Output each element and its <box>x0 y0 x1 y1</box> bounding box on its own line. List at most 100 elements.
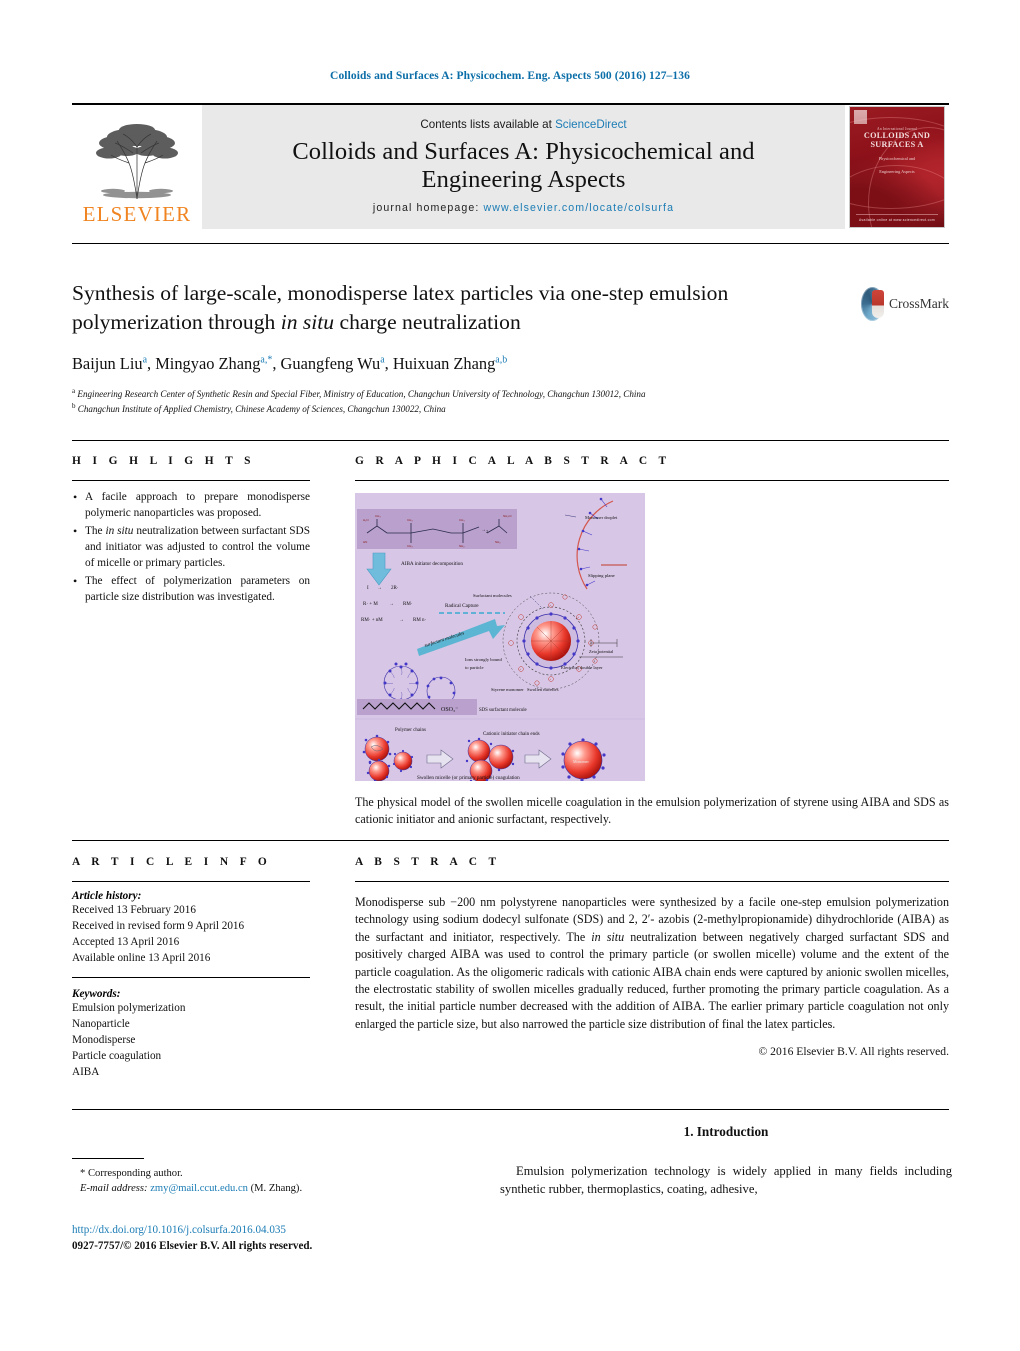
highlight-text: A facile approach to prepare monodispers… <box>85 491 310 519</box>
svg-text:NH₂: NH₂ <box>495 540 501 544</box>
email-line: E-mail address: zmy@mail.ccut.edu.cn (M.… <box>72 1181 372 1196</box>
corresponding-author-line: * Corresponding author. <box>72 1166 372 1181</box>
journal-homepage: journal homepage: www.elsevier.com/locat… <box>373 202 674 214</box>
email-label: E-mail address: <box>80 1183 148 1195</box>
label-coagulation: Swollen micelle (or primary particle) co… <box>417 774 520 781</box>
elsevier-logo: ELSEVIER <box>72 105 202 229</box>
svg-text:R· + M: R· + M <box>363 602 378 607</box>
list-item: A facile approach to prepare monodispers… <box>73 489 310 522</box>
svg-text:CH₃: CH₃ <box>407 518 413 522</box>
affiliation-item: a Engineering Research Center of Synthet… <box>72 386 949 401</box>
label-ions-bound-1: Ions strongly bound <box>465 657 502 662</box>
crossmark-badge[interactable]: CrossMark <box>861 283 949 325</box>
introduction-heading: 1. Introduction <box>683 1124 769 1139</box>
elsevier-tree-icon <box>83 117 191 203</box>
title-italic: in situ <box>280 309 335 334</box>
svg-text:CH₃: CH₃ <box>375 514 381 518</box>
affiliation-marker: b <box>72 401 76 410</box>
svg-text:2: 2 <box>486 529 488 534</box>
cover-kicker: An International Journal <box>877 127 917 131</box>
cover-header-row <box>854 110 940 124</box>
label-oso3: OSO₃⁻ <box>441 707 458 713</box>
journal-cover-block: An International Journal COLLOIDS AND SU… <box>845 105 949 229</box>
cover-divider <box>856 214 938 215</box>
highlights-heading: H I G H L I G H T S <box>72 455 255 467</box>
label-radical-capture: Radical Capture <box>445 603 479 609</box>
article-history-item: Available online 13 April 2016 <box>72 952 211 965</box>
affiliation-text: Engineering Research Center of Synthetic… <box>77 388 646 399</box>
abstract-part2: neutralization between negatively charge… <box>355 929 949 1031</box>
label-zeta-potential: Zeta potential <box>589 649 614 654</box>
list-item: The effect of polymerization parameters … <box>73 573 310 606</box>
graphical-abstract-rule <box>355 480 949 481</box>
introduction-paragraph: Emulsion polymerization technology is wi… <box>500 1164 952 1197</box>
label-electrical-double-layer: Electrical double layer <box>561 665 603 670</box>
crossmark-label: CrossMark <box>889 296 949 311</box>
label-sds-molecule: SDS surfactant molecule <box>479 708 527 713</box>
keywords-label: Keywords: <box>72 988 121 1001</box>
email-link[interactable]: zmy@mail.ccut.edu.cn <box>150 1183 248 1194</box>
journal-title-line2: Engineering Aspects <box>421 165 626 193</box>
cover-footer: Available online at www.sciencedirect.co… <box>859 218 935 222</box>
graphical-abstract-figure: H₂N CH₃ CH₃ CH₃ NH₂CI HN CH₃ NH₂ NH₂ → 2 AIB… <box>355 493 645 783</box>
journal-cover-image: An International Journal COLLOIDS AND SU… <box>849 106 945 228</box>
svg-text:Monomer: Monomer <box>573 759 589 764</box>
author-affil-marker: a,b <box>495 354 508 366</box>
corresponding-text: Corresponding author. <box>87 1168 183 1179</box>
svg-text:CH₃: CH₃ <box>407 544 413 548</box>
homepage-url[interactable]: www.elsevier.com/locate/colsurfa <box>483 202 674 214</box>
author-list: Baijun Liua, Mingyao Zhanga,*, Guangfeng… <box>72 353 508 373</box>
sciencedirect-link[interactable]: ScienceDirect <box>555 118 627 131</box>
article-first-page: Colloids and Surfaces A: Physicochem. En… <box>0 0 1020 1351</box>
journal-band: Contents lists available at ScienceDirec… <box>202 105 845 229</box>
footnote-rule <box>72 1158 144 1159</box>
doi-link[interactable]: http://dx.doi.org/10.1016/j.colsurfa.201… <box>72 1223 402 1239</box>
abstract-copyright: © 2016 Elsevier B.V. All rights reserved… <box>758 1045 949 1059</box>
article-info-rule <box>72 881 310 882</box>
cover-main-line2: SURFACES A <box>870 140 924 150</box>
svg-text:RM· + nM: RM· + nM <box>361 618 383 623</box>
abstract-text: Monodisperse sub −200 nm polystyrene nan… <box>355 894 949 1033</box>
journal-title: Colloids and Surfaces A: Physicochemical… <box>292 138 754 193</box>
cover-sub-line2: Engineering Aspects <box>879 168 915 174</box>
section-divider-top <box>72 440 949 441</box>
running-head: Colloids and Surfaces A: Physicochem. En… <box>330 70 690 82</box>
cover-sub-line1: Physicochemical and <box>878 156 916 162</box>
svg-text:RM·: RM· <box>403 602 413 607</box>
issn-copyright: 0927-7757/© 2016 Elsevier B.V. All right… <box>72 1239 313 1252</box>
article-info-heading: A R T I C L E I N F O <box>72 856 272 868</box>
highlight-text-pre: The <box>85 524 106 537</box>
crossmark-icon <box>861 287 884 321</box>
article-info-section: A R T I C L E I N F O Article history: R… <box>72 856 310 1080</box>
author-affil-marker: a,* <box>260 354 273 366</box>
author-name: Guangfeng Wu <box>280 353 381 373</box>
abstract-italic: in situ <box>591 929 625 944</box>
author-name: Mingyao Zhang <box>155 353 261 373</box>
cover-main-line1: COLLOIDS AND <box>863 131 931 140</box>
contents-prefix: Contents lists available at <box>420 118 556 132</box>
author-affil-marker: a <box>380 354 385 366</box>
footer-divider <box>72 1109 949 1110</box>
article-history-item: Received in revised form 9 April 2016 <box>72 920 245 933</box>
corresponding-marker: * <box>80 1168 86 1179</box>
label-monomer-droplet: Monomer droplet <box>585 515 618 520</box>
affiliation-list: a Engineering Research Center of Synthet… <box>72 386 949 416</box>
corresponding-author-footnote: * Corresponding author. E-mail address: … <box>72 1158 372 1197</box>
contents-line: Contents lists available at ScienceDirec… <box>420 118 626 131</box>
label-swollen-micelles: Swollen micelles <box>527 687 559 692</box>
cover-title: An International Journal COLLOIDS AND SU… <box>850 127 944 174</box>
article-history-item: Received 13 February 2016 <box>72 904 196 916</box>
svg-text:RM n·: RM n· <box>413 618 427 623</box>
title-divider <box>72 243 949 244</box>
svg-text:HN: HN <box>363 540 367 544</box>
label-styrene-monomer: Styrene monomer <box>491 687 524 692</box>
svg-text:→: → <box>377 586 382 591</box>
graphical-abstract-heading: G R A P H I C A L A B S T R A C T <box>355 455 671 467</box>
svg-text:NH₂: NH₂ <box>459 544 465 548</box>
author-name: Baijun Liu <box>72 353 143 373</box>
svg-text:H₂N: H₂N <box>363 518 369 522</box>
article-history-item: Accepted 13 April 2016 <box>72 936 180 949</box>
journal-masthead: ELSEVIER Contents lists available at Sci… <box>72 103 949 229</box>
abstract-section: A B S T R A C T Monodisperse sub −200 nm… <box>355 856 949 1058</box>
highlights-section: H I G H L I G H T S A facile approach to… <box>72 455 310 607</box>
